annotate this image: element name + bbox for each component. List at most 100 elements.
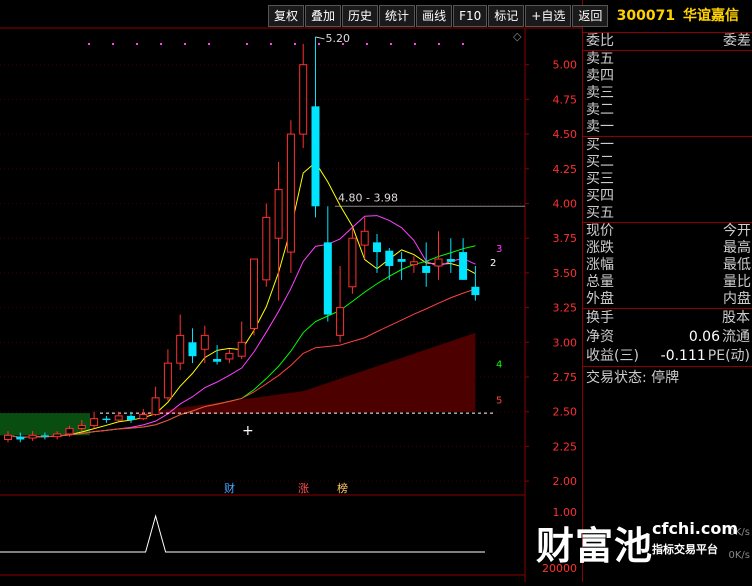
price-axis-label: 5.00 — [553, 59, 578, 72]
high-price-label: 5.20 — [326, 32, 351, 45]
candle-body — [348, 237, 357, 288]
financial-info: 换手 股本 净资 0.06 流通 收益(三) -0.111 PE(动) — [583, 309, 752, 367]
quote-stat-label: 涨跌 — [586, 240, 614, 256]
marker-dot — [270, 43, 272, 45]
candle — [151, 386, 160, 416]
toolbar-button[interactable]: 统计 — [379, 5, 416, 27]
info-value: -0.111 — [660, 348, 706, 364]
info-key-right: PE(动) — [707, 348, 750, 364]
sell-level-row: 卖一 — [583, 119, 752, 136]
event-marker[interactable]: 财 — [224, 481, 235, 495]
info-value — [622, 309, 720, 328]
kline-chart[interactable]: ◇ 5.00 4.75 4.50 4.25 4.00 3.75 3.50 3.25 3.00 2.… — [0, 0, 582, 582]
candle-body — [323, 242, 332, 315]
candle — [397, 252, 406, 280]
chart-toolbar: 复权 叠加 历史 统计 画线 F10 标记 +自选 返回 — [268, 5, 609, 27]
buy-level-label: 买五 — [586, 205, 614, 221]
candle-body — [385, 250, 394, 266]
sell-level-row: 卖二 — [583, 102, 752, 119]
candle-body — [28, 434, 37, 439]
toolbar-button[interactable]: +自选 — [525, 5, 572, 27]
kline-chart-area[interactable]: ◇ 5.00 4.75 4.50 4.25 4.00 3.75 3.50 3.25 3.00 2.… — [0, 0, 582, 582]
candle-body — [274, 189, 283, 239]
collapse-icon[interactable]: ◇ — [513, 30, 522, 43]
toolbar-button[interactable]: 画线 — [416, 5, 453, 27]
sell-level-label: 卖四 — [586, 68, 614, 84]
price-axis-label: 2.50 — [553, 406, 578, 419]
event-marker[interactable]: 涨 — [298, 482, 309, 495]
candle — [163, 349, 172, 401]
candle — [225, 349, 234, 364]
sell-level-row: 卖三 — [583, 85, 752, 102]
sell-level-row: 卖五 — [583, 51, 752, 68]
quote-stat-row: 总量 量比 — [583, 274, 752, 291]
candle-body — [77, 425, 86, 429]
quote-stat-label-right: 内盘 — [723, 291, 751, 307]
price-axis-label: 4.00 — [553, 198, 578, 211]
ma-end-label: 3 — [496, 244, 502, 255]
candle — [262, 203, 271, 287]
candle-body — [127, 415, 135, 421]
candle-body — [102, 418, 111, 421]
sell-level-label: 卖五 — [586, 51, 614, 67]
candle-body — [434, 258, 443, 267]
buy-level-label: 买四 — [586, 188, 614, 204]
candle-body — [336, 307, 345, 336]
stock-code: 300071 — [616, 8, 676, 24]
quote-stat-label-right: 量比 — [723, 274, 751, 290]
marker-dot — [294, 43, 296, 45]
candle-body — [176, 334, 185, 364]
toolbar-button[interactable]: 返回 — [572, 5, 609, 27]
marker-dot — [462, 43, 464, 45]
quote-panel: 300071 华谊嘉信 委比 委差 卖五 卖四 卖三 卖二 卖一 买一 买二 买三 买四 买五 … — [582, 0, 752, 582]
candle — [446, 238, 455, 273]
info-key: 净资 — [586, 329, 614, 345]
candle-body — [471, 286, 480, 296]
buy-level-label: 买一 — [586, 137, 614, 153]
marker-dot — [160, 43, 162, 45]
candle — [114, 411, 123, 422]
quote-stat-row: 现价 今开 — [583, 223, 752, 240]
buy-level-label: 买二 — [586, 154, 614, 170]
event-marker[interactable]: 榜 — [337, 481, 348, 495]
buy-level-label: 买三 — [586, 171, 614, 187]
toolbar-button[interactable]: F10 — [453, 5, 488, 27]
candle — [90, 411, 99, 429]
candle — [200, 325, 209, 364]
candle-body — [360, 230, 369, 246]
quote-stat-label-right: 最高 — [723, 240, 751, 256]
candle — [139, 408, 148, 421]
sell-level-label: 卖二 — [586, 102, 614, 118]
candle-body — [397, 259, 406, 262]
candle — [336, 265, 345, 343]
candle — [188, 328, 197, 364]
candle-body — [262, 216, 271, 281]
price-axis-label: 4.25 — [553, 163, 578, 176]
candle — [323, 206, 332, 322]
info-key: 收益(三) — [586, 348, 639, 364]
candle — [102, 415, 111, 423]
weicha-label: 委差 — [723, 33, 751, 49]
candle-body — [459, 252, 468, 280]
candle — [127, 411, 135, 423]
toolbar-button[interactable]: 历史 — [342, 5, 379, 27]
volume-indicator-line — [0, 514, 485, 553]
candle-body — [40, 435, 49, 437]
candle-body — [225, 352, 234, 360]
weibi-label: 委比 — [586, 33, 614, 49]
marker-dot — [390, 43, 392, 45]
toolbar-button[interactable]: 标记 — [488, 5, 525, 27]
price-axis-label: 4.75 — [553, 93, 578, 106]
quote-stat-label-right: 最低 — [723, 257, 751, 273]
candle-body — [139, 413, 148, 420]
toolbar-button[interactable]: 叠加 — [305, 5, 342, 27]
quote-stats: 现价 今开 涨跌 最高 涨幅 最低 总量 量比 外盘 内盘 — [583, 223, 752, 309]
candle — [459, 238, 468, 280]
watermark-logo: 财富池 cfchi.com 指标交易平台 — [532, 515, 752, 575]
ma-end-label: 5 — [496, 395, 502, 406]
buy-level-row: 买四 — [583, 188, 752, 205]
marker-dot — [88, 43, 90, 45]
marker-dot — [136, 43, 138, 45]
candle-body — [409, 261, 418, 266]
toolbar-button[interactable]: 复权 — [268, 5, 305, 27]
